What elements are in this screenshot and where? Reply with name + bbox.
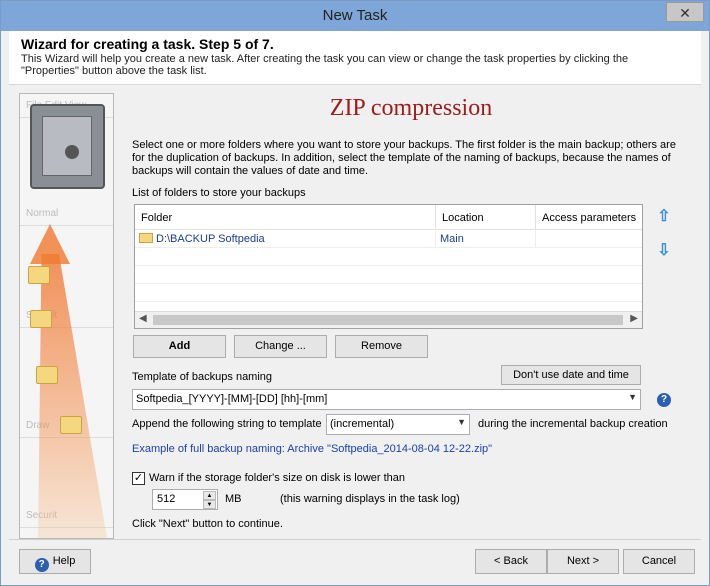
title-bar: New Task ✕ — [1, 1, 709, 31]
table-row[interactable] — [135, 285, 642, 302]
folder-path: D:\BACKUP Softpedia — [156, 233, 265, 245]
progress-arrow-icon — [30, 224, 70, 264]
page-title: ZIP compression — [329, 95, 493, 121]
folder-icon — [139, 233, 153, 243]
help-icon[interactable]: ? — [657, 393, 671, 407]
table-row[interactable]: D:\BACKUP Softpedia Main — [135, 231, 642, 248]
wizard-description: This Wizard will help you create a new t… — [21, 53, 629, 77]
back-button[interactable]: < Back — [475, 549, 547, 574]
help-label: Help — [52, 555, 76, 567]
folders-table[interactable]: Folder Location Access parameters D:\BAC… — [134, 204, 643, 329]
chevron-down-icon[interactable]: ▼ — [457, 417, 466, 427]
add-button[interactable]: Add — [133, 335, 226, 358]
stepper-up-icon[interactable]: ▲ — [203, 491, 216, 500]
folder-icon — [30, 310, 52, 328]
close-button[interactable]: ✕ — [666, 2, 704, 22]
template-value: Softpedia_[YYYY]-[MM]-[DD] [hh]-[mm] — [136, 393, 328, 405]
warn-note: (this warning displays in the task log) — [280, 493, 460, 505]
template-combo[interactable]: Softpedia_[YYYY]-[MM]-[DD] [hh]-[mm] ▼ — [132, 389, 641, 410]
append-label: Append the following string to template — [132, 418, 322, 430]
sidebar-item: Normal — [20, 202, 113, 226]
window-title: New Task — [322, 7, 388, 24]
no-date-button[interactable]: Don't use date and time — [501, 365, 641, 385]
table-row[interactable] — [135, 267, 642, 284]
column-header-folder[interactable]: Folder — [135, 205, 436, 230]
move-down-icon[interactable]: ⇩ — [656, 243, 672, 259]
access-cell — [536, 231, 642, 248]
folder-icon — [36, 366, 58, 384]
append-suffix: during the incremental backup creation — [478, 418, 668, 430]
size-stepper[interactable]: 512 ▲ ▼ — [152, 489, 218, 510]
size-unit: MB — [225, 493, 242, 505]
new-task-window: New Task ✕ Wizard for creating a task. S… — [0, 0, 710, 586]
next-button[interactable]: Next > — [547, 549, 619, 574]
wizard-illustration: File Edit View Normal Securit Draw Secur… — [19, 93, 114, 539]
scrollbar-thumb[interactable] — [153, 315, 623, 325]
location-cell: Main — [436, 231, 536, 248]
folder-cell: D:\BACKUP Softpedia — [135, 231, 436, 248]
horizontal-scrollbar[interactable]: ◀ ▶ — [135, 311, 642, 328]
stepper-down-icon[interactable]: ▼ — [203, 500, 216, 509]
scroll-right-icon[interactable]: ▶ — [630, 313, 638, 324]
template-label: Template of backups naming — [132, 371, 273, 383]
help-button[interactable]: ? Help — [19, 549, 91, 574]
change-button[interactable]: Change ... — [234, 335, 327, 358]
list-label: List of folders to store your backups — [132, 187, 306, 199]
chevron-down-icon[interactable]: ▼ — [628, 392, 637, 402]
help-icon: ? — [34, 558, 49, 572]
safe-icon — [30, 104, 105, 189]
wizard-header: Wizard for creating a task. Step 5 of 7.… — [9, 31, 701, 85]
column-header-access[interactable]: Access parameters — [536, 205, 642, 230]
move-up-icon[interactable]: ⇧ — [656, 209, 672, 225]
example-text: Example of full backup naming: Archive "… — [132, 443, 493, 455]
column-header-location[interactable]: Location — [436, 205, 536, 230]
folder-icon — [28, 266, 50, 284]
append-combo[interactable]: (incremental) ▼ — [326, 414, 470, 435]
footer-divider — [9, 539, 701, 540]
folder-icon — [60, 416, 82, 434]
intro-text: Select one or more folders where you wan… — [132, 139, 676, 177]
append-value: (incremental) — [330, 418, 395, 430]
warn-label[interactable]: Warn if the storage folder's size on dis… — [149, 472, 405, 484]
warn-checkbox[interactable]: ✓ — [132, 472, 145, 485]
table-row[interactable] — [135, 249, 642, 266]
remove-button[interactable]: Remove — [335, 335, 428, 358]
cancel-button[interactable]: Cancel — [623, 549, 695, 574]
wizard-heading: Wizard for creating a task. Step 5 of 7. — [21, 36, 274, 52]
scroll-left-icon[interactable]: ◀ — [139, 313, 147, 324]
next-hint: Click "Next" button to continue. — [132, 518, 283, 530]
size-value: 512 — [157, 493, 176, 505]
progress-arrow-trail — [38, 254, 108, 538]
